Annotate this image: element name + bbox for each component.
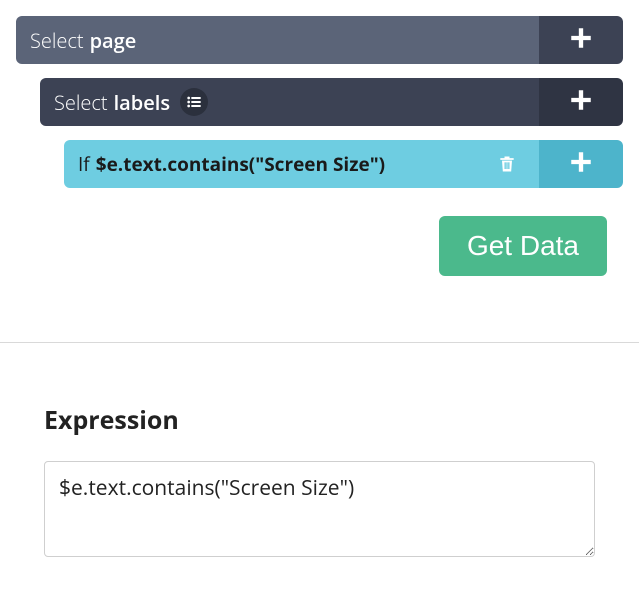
select-page-select-label: Select [30, 27, 84, 54]
list-icon [186, 94, 202, 110]
delete-condition-button[interactable] [493, 150, 521, 178]
if-label: If [78, 151, 90, 177]
select-labels-row: Select labels [40, 78, 623, 126]
list-icon-badge[interactable] [180, 88, 208, 116]
select-page-row: Select page [16, 16, 623, 64]
select-labels-name-label: labels [114, 89, 170, 116]
plus-icon [568, 25, 594, 56]
expression-heading: Expression [44, 403, 595, 437]
select-labels-select-label: Select [54, 89, 108, 116]
select-labels-body[interactable]: Select labels [40, 78, 539, 126]
if-condition-row: If $e.text.contains("Screen Size") [64, 140, 623, 188]
if-condition-body[interactable]: If $e.text.contains("Screen Size") [64, 140, 539, 188]
select-page-add-button[interactable] [539, 16, 623, 64]
plus-icon [568, 149, 594, 180]
select-page-name-label: page [90, 27, 137, 54]
if-expression: $e.text.contains("Screen Size") [96, 151, 385, 177]
plus-icon [568, 87, 594, 118]
if-condition-add-button[interactable] [539, 140, 623, 188]
select-page-body[interactable]: Select page [16, 16, 539, 64]
trash-icon [497, 153, 517, 175]
get-data-button[interactable]: Get Data [439, 216, 607, 276]
select-labels-add-button[interactable] [539, 78, 623, 126]
expression-input[interactable] [44, 461, 595, 557]
